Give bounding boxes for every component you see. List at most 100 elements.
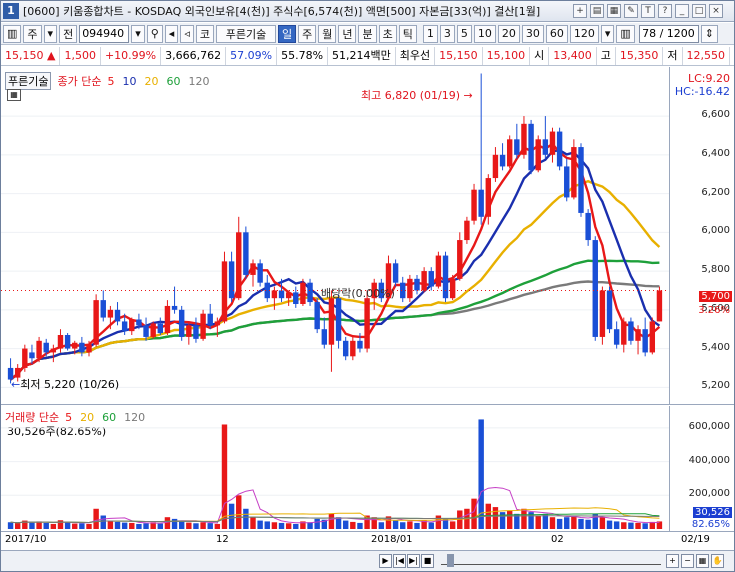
low-marker: ←최저 5,220 (10/26): [11, 378, 120, 391]
interval-button-20[interactable]: 20: [497, 24, 520, 43]
volume-bar: [521, 508, 527, 529]
market-prefix[interactable]: 코: [195, 24, 214, 43]
volume-pane[interactable]: 거래량 단순 5 20 60 120 30,526주(82.65%): [1, 406, 669, 531]
candle: [578, 143, 584, 217]
volume-scale[interactable]: 600,000 400,000 200,000 30,526 82.65%: [669, 406, 734, 531]
candle-body: [656, 290, 663, 322]
lc-label: LC:9.20: [687, 72, 730, 85]
scroll-arrows-icon[interactable]: ⇕: [700, 24, 718, 43]
page-counter[interactable]: 78 / 1200: [638, 24, 699, 43]
period-button-1[interactable]: 주: [298, 24, 317, 43]
candle-body: [129, 319, 135, 332]
search-icon[interactable]: ⚲: [146, 24, 163, 43]
zoom-icon[interactable]: +: [573, 4, 587, 18]
layout-icon[interactable]: ▥: [3, 24, 22, 43]
close-icon[interactable]: ×: [709, 4, 723, 18]
candle-body: [364, 298, 370, 349]
price-y-tick: 5,400: [701, 341, 730, 353]
tool-icon[interactable]: ✎: [624, 4, 638, 18]
zoom-in-icon[interactable]: +: [666, 554, 679, 568]
scroll-bar: ▶ |◀ ▶| ■ + − ▦ ✋: [1, 550, 734, 571]
hand-icon[interactable]: ✋: [711, 554, 724, 568]
period-button-3[interactable]: 년: [338, 24, 357, 43]
candle-body: [143, 325, 149, 337]
settings-icon[interactable]: ▦: [607, 4, 621, 18]
price-scale[interactable]: LC:9.20 HC:-16.42 6,600 6,400 6,200 6,000 5,…: [669, 67, 734, 405]
volume-bar: [178, 521, 185, 529]
last-page-icon[interactable]: ▶|: [407, 554, 420, 568]
zoom-out-icon[interactable]: −: [681, 554, 694, 568]
candle: [342, 336, 349, 361]
candle-body: [649, 321, 656, 353]
candle: [556, 127, 563, 171]
text-icon[interactable]: T: [641, 4, 655, 18]
volume-ratio-1: 57.09%: [226, 46, 278, 65]
candle-body: [478, 189, 484, 217]
period-button-2[interactable]: 월: [318, 24, 337, 43]
volume-bar: [549, 517, 556, 529]
interval-button-10[interactable]: 10: [473, 24, 496, 43]
title-icons: + ▤ ▦ ✎ T ? _ □ ×: [573, 4, 723, 18]
period-button-4[interactable]: 분: [358, 24, 377, 43]
interval-button-5[interactable]: 5: [456, 24, 472, 43]
stock-code-input[interactable]: 094940: [79, 24, 130, 43]
candle: [200, 309, 206, 341]
candle: [499, 143, 506, 171]
volume-bar: [207, 523, 213, 529]
candle-body: [571, 147, 577, 198]
volume-y-tick: 200,000: [688, 488, 730, 500]
volume-bar: [29, 522, 35, 529]
period-button-0[interactable]: 일: [277, 24, 297, 43]
zoom-slider-handle[interactable]: [447, 554, 454, 567]
period-button-6[interactable]: 틱: [398, 24, 417, 43]
speaker-icon[interactable]: ◃: [180, 24, 194, 43]
volume-bar: [264, 521, 270, 529]
lock-icon[interactable]: ▤: [590, 4, 604, 18]
minimize-icon[interactable]: _: [675, 4, 689, 18]
play-icon[interactable]: ■: [421, 554, 434, 568]
candle-body: [164, 305, 171, 334]
interval-button-120[interactable]: 120: [569, 24, 599, 43]
high-label: 고: [597, 46, 616, 65]
candle-body: [342, 340, 349, 357]
code-dropdown-icon[interactable]: ▾: [131, 24, 145, 43]
volume-bar: [214, 523, 221, 529]
candle-body: [535, 139, 541, 171]
volume-bar: [250, 517, 256, 529]
trade-amount: 51,214백만: [328, 46, 396, 65]
candle-body: [50, 348, 57, 353]
interval-button-1[interactable]: 1: [422, 24, 438, 43]
window-number[interactable]: 1: [3, 3, 19, 19]
volume-current-tag: 30,526: [693, 507, 732, 518]
candle-body: [578, 147, 584, 213]
volume-bar: [186, 522, 192, 529]
best-bid: 15,100: [483, 46, 531, 65]
volume-bar: [100, 515, 106, 529]
first-page-icon[interactable]: |◀: [393, 554, 406, 568]
candle: [50, 344, 57, 363]
interval-button-30[interactable]: 30: [521, 24, 544, 43]
candle-body: [29, 352, 35, 359]
current-price-tag: 5,700: [699, 291, 732, 302]
zoom-slider[interactable]: [441, 557, 661, 565]
prev-button[interactable]: 전: [59, 24, 78, 43]
grid-icon[interactable]: ▦: [696, 554, 709, 568]
candle: [221, 251, 228, 324]
market-button[interactable]: 주: [23, 24, 42, 43]
interval-button-60[interactable]: 60: [545, 24, 568, 43]
interval-dropdown-icon[interactable]: ▾: [600, 24, 615, 43]
arrow-left-icon[interactable]: ◂: [164, 24, 179, 43]
candle: [250, 259, 256, 287]
interval-button-3[interactable]: 3: [439, 24, 455, 43]
period-button-5[interactable]: 초: [378, 24, 397, 43]
volume-bar: [628, 522, 634, 529]
help-icon[interactable]: ?: [658, 4, 672, 18]
candle: [100, 290, 106, 322]
candle: [407, 274, 413, 303]
maximize-icon[interactable]: □: [692, 4, 706, 18]
market-dropdown-icon[interactable]: ▾: [43, 24, 58, 43]
price-pane[interactable]: 푸른기술 종가 단순 5 10 20 60 120 ▦ 최고 6,820 (01/19)…: [1, 67, 669, 405]
scroll-right-icon[interactable]: ▶: [379, 554, 392, 568]
candle: [193, 317, 199, 343]
chart-type-icon[interactable]: ▥: [616, 24, 635, 43]
